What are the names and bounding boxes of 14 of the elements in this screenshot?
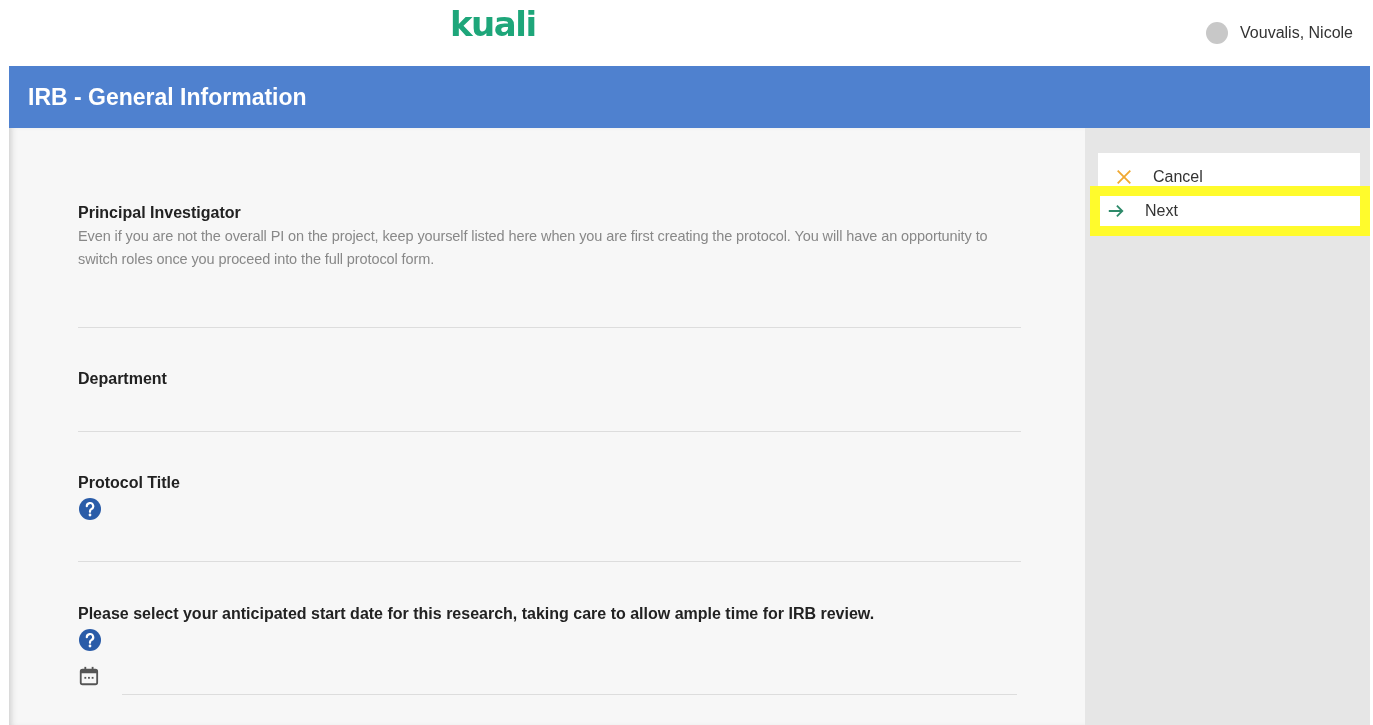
- close-icon: [1115, 167, 1133, 186]
- field-description: Even if you are not the overall PI on the project, keep yourself listed here when you are first creating the protocol. You will have an opportunity to switch roles once you proceed into the full protocol form.: [78, 227, 989, 269]
- avatar-icon: [1206, 22, 1229, 44]
- logo: kuali: [450, 4, 536, 44]
- field-label: Department: [78, 369, 168, 389]
- page-title: IRB - General Information: [28, 83, 307, 111]
- field-label: Protocol Title: [78, 473, 181, 493]
- field-label: Principal Investigator: [78, 203, 242, 223]
- help-icon[interactable]: [78, 497, 102, 521]
- calendar-icon[interactable]: [78, 665, 100, 687]
- user-name[interactable]: Vouvalis, Nicole: [1240, 24, 1353, 42]
- arrow-right-icon: [1107, 202, 1125, 220]
- help-icon[interactable]: [78, 628, 102, 652]
- field-label: Please select your anticipated start date for this research, taking care to allow ample time for IRB review.: [78, 604, 876, 624]
